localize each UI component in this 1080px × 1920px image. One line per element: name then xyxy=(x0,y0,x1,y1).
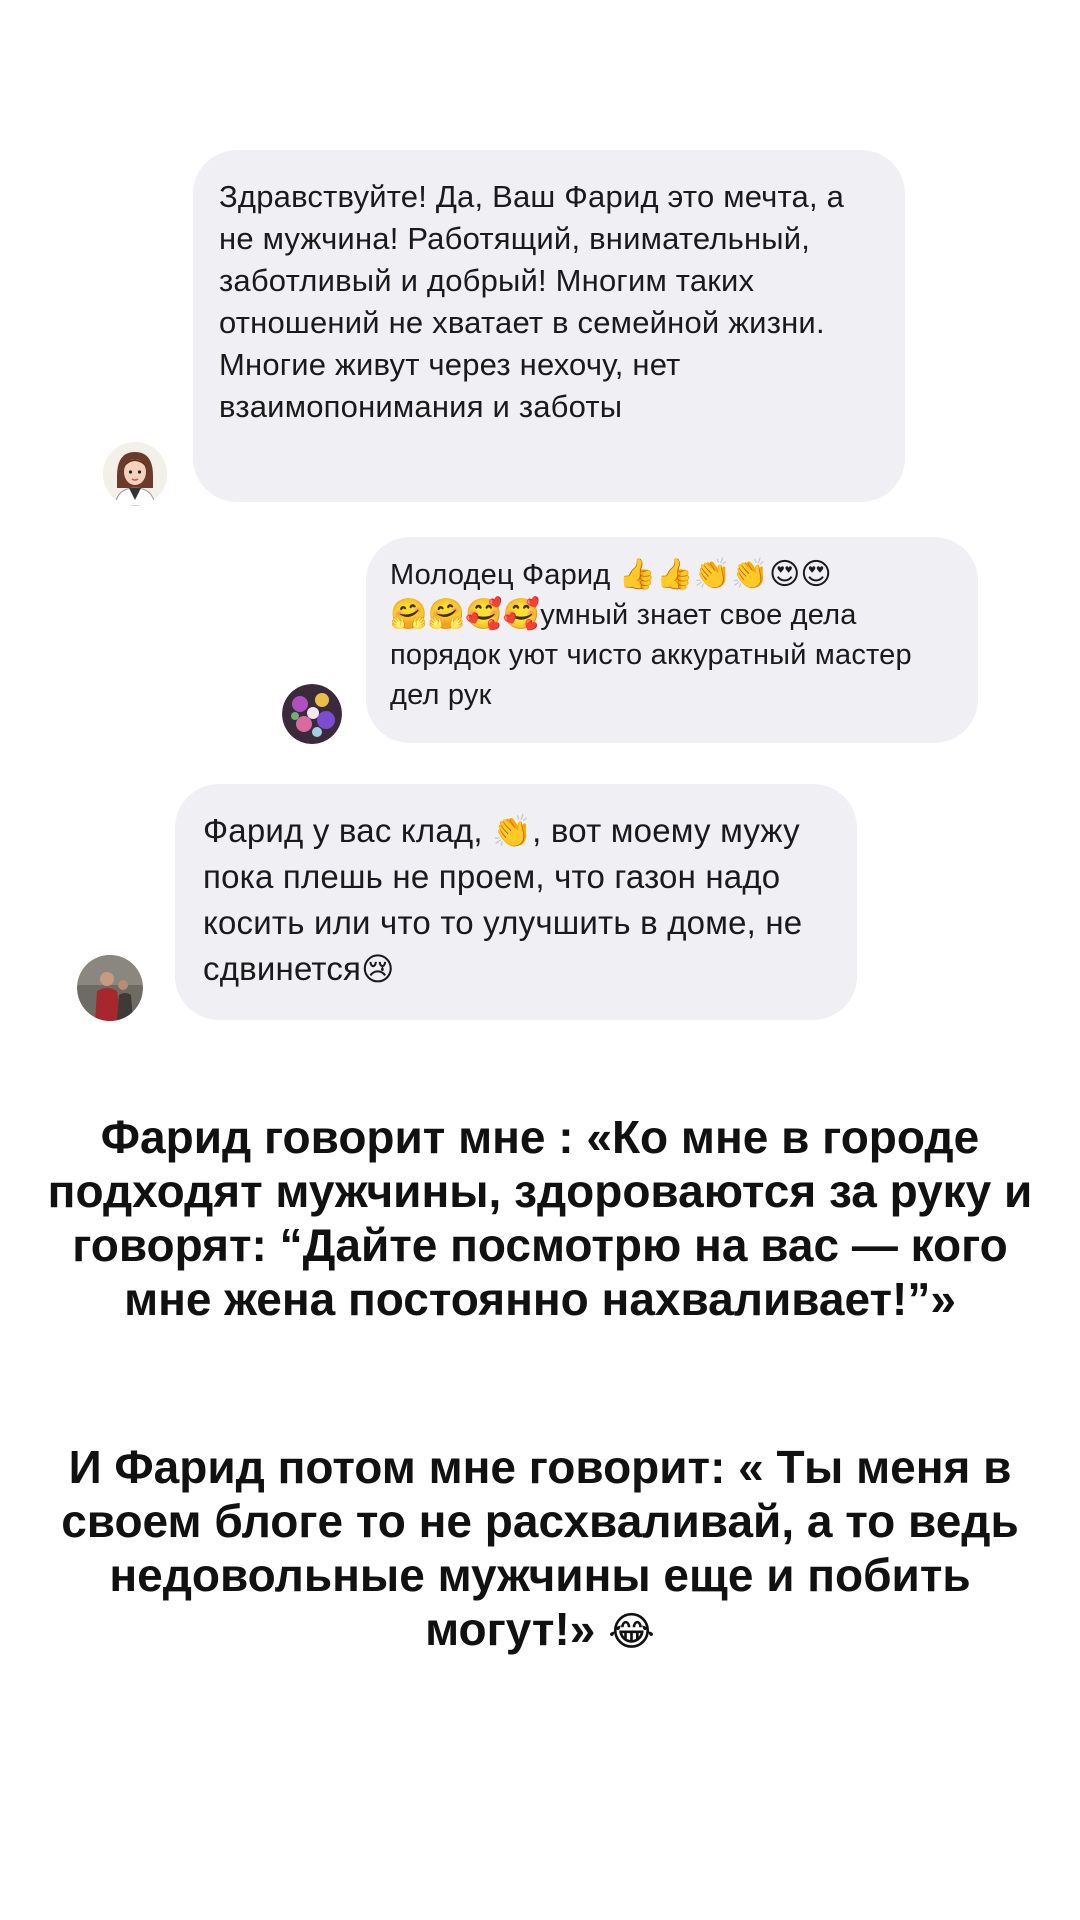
comment-text-1: Здравствуйте! Да, Ваш Фарид это мечта, а… xyxy=(219,179,845,424)
story-paragraph-2-text: И Фарид потом мне говорит: « Ты меня в с… xyxy=(61,1441,1019,1655)
story-paragraph-2: И Фарид потом мне говорит: « Ты меня в с… xyxy=(40,1440,1040,1659)
crying-face-emoji-icon: 😢 xyxy=(361,950,395,988)
comment-text-3: Фарид у вас клад, 👏, вот моему мужу пока… xyxy=(203,808,827,992)
tears-of-joy-emoji-icon: 😂 xyxy=(608,1609,655,1655)
photo-avatar-icon[interactable] xyxy=(77,955,143,1021)
comment-3-part1: Фарид у вас клад, xyxy=(203,812,483,849)
comment-text-2: Молодец Фарид 👍👍👏👏😍😍 🤗🤗🥰🥰умный знает сво… xyxy=(390,555,950,715)
emoji-row-1: 👍👍👏👏😍😍 xyxy=(618,557,832,592)
clap-emoji-icon: 👏 xyxy=(492,812,533,850)
emoji-row-2: 🤗🤗🥰🥰 xyxy=(390,597,541,632)
story-paragraph-1: Фарид говорит мне : «Ко мне в городе под… xyxy=(47,1111,1033,1325)
cartoon-woman-avatar-icon[interactable] xyxy=(103,442,167,506)
comment-bubble-3: Фарид у вас клад, 👏, вот моему мужу пока… xyxy=(175,784,857,1020)
comment-bubble-2: Молодец Фарид 👍👍👏👏😍😍 🤗🤗🥰🥰умный знает сво… xyxy=(366,537,978,743)
comment-2-lead: Молодец Фарид xyxy=(390,559,611,591)
flowers-avatar-icon[interactable] xyxy=(282,684,342,744)
comment-bubble-1: Здравствуйте! Да, Ваш Фарид это мечта, а… xyxy=(193,150,905,502)
